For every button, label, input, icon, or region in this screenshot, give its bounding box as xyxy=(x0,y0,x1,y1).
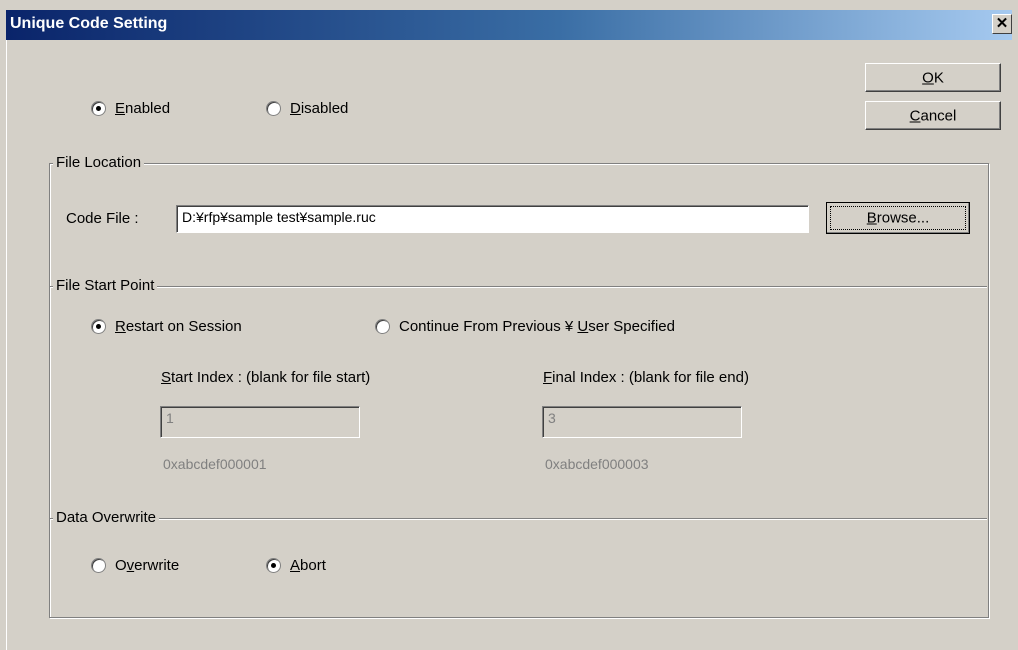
ok-button[interactable]: OK xyxy=(865,63,1001,92)
abort-label: Abort xyxy=(290,557,326,574)
close-button[interactable]: ✕ xyxy=(992,14,1012,34)
restart-label: Restart on Session xyxy=(115,318,242,335)
continue-from-previous-radio[interactable]: Continue From Previous ¥ User Specified xyxy=(375,318,675,335)
browse-button[interactable]: Browse... xyxy=(826,202,970,234)
start-index-hex: 0xabcdef000001 xyxy=(163,456,267,472)
enabled-label: Enabled xyxy=(115,100,171,117)
restart-on-session-radio[interactable]: Restart on Session xyxy=(91,318,242,335)
overwrite-radio[interactable]: Overwrite xyxy=(91,557,179,574)
overwrite-label: Overwrite xyxy=(115,557,180,574)
enabled-radio-indicator[interactable] xyxy=(91,101,106,116)
final-index-input[interactable]: 3 xyxy=(542,406,742,438)
cancel-button[interactable]: Cancel xyxy=(865,101,1001,130)
close-icon: ✕ xyxy=(995,15,1009,32)
data-overwrite-legend: Data Overwrite xyxy=(53,509,160,526)
enabled-radio[interactable]: Enabled xyxy=(91,100,170,117)
file-location-legend: File Location xyxy=(53,154,145,171)
continue-label: Continue From Previous ¥ User Specified xyxy=(399,318,675,335)
file-start-divider xyxy=(50,286,987,288)
overwrite-radio-indicator[interactable] xyxy=(91,558,106,573)
abort-radio[interactable]: Abort xyxy=(266,557,326,574)
data-overwrite-divider xyxy=(50,518,987,520)
code-file-label: Code File : xyxy=(66,210,139,227)
disabled-label: Disabled xyxy=(290,100,349,117)
file-start-legend: File Start Point xyxy=(53,277,158,294)
disabled-radio-indicator[interactable] xyxy=(266,101,281,116)
continue-radio-indicator[interactable] xyxy=(375,319,390,334)
abort-radio-indicator[interactable] xyxy=(266,558,281,573)
start-index-input[interactable]: 1 xyxy=(160,406,360,438)
title-bar: Unique Code Setting ✕ xyxy=(6,10,1012,40)
restart-radio-indicator[interactable] xyxy=(91,319,106,334)
start-index-label: Start Index : (blank for file start) xyxy=(161,369,371,386)
final-index-label: Final Index : (blank for file end) xyxy=(543,369,749,386)
window-title: Unique Code Setting xyxy=(10,15,168,32)
final-index-hex: 0xabcdef000003 xyxy=(545,456,649,472)
code-file-input[interactable]: D:¥rfp¥sample test¥sample.ruc xyxy=(176,205,809,233)
disabled-radio[interactable]: Disabled xyxy=(266,100,348,117)
